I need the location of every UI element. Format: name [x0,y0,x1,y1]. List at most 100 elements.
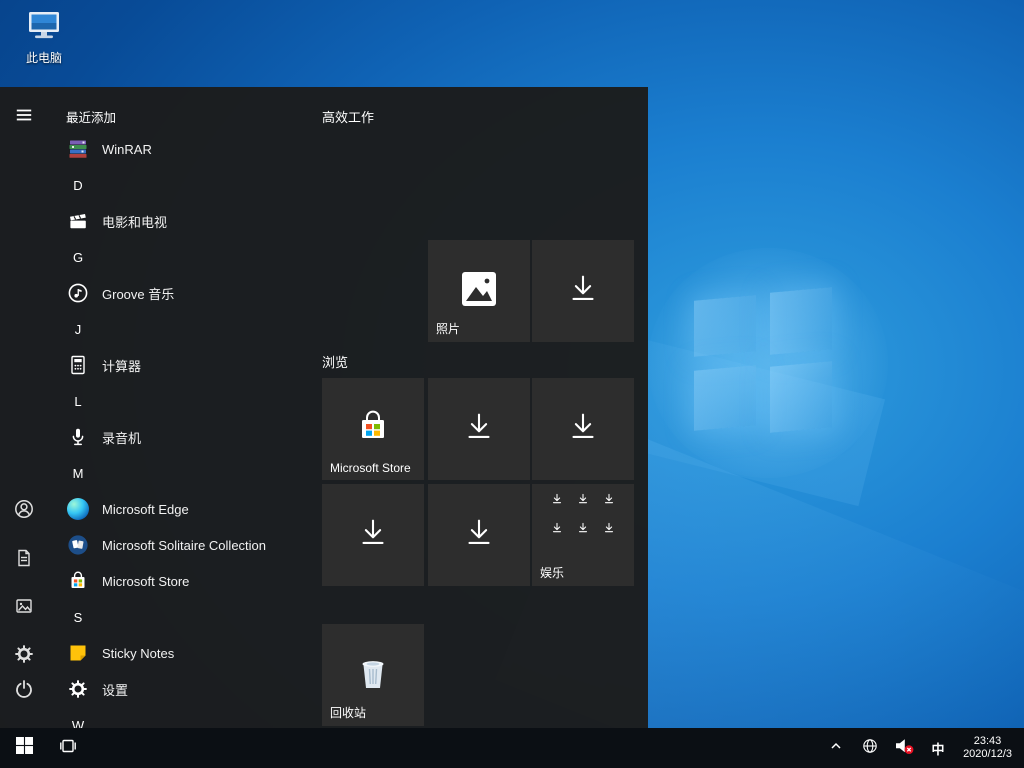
app-item-movies-tv[interactable]: 电影和电视 [48,203,322,239]
document-icon [14,548,34,573]
ime-indicator[interactable]: 中 [923,728,953,768]
tile-pending-download[interactable] [428,484,530,586]
section-letter-label: L [66,394,90,409]
task-view-button[interactable] [48,728,88,768]
tile-label: 照片 [436,320,460,337]
app-section-letter[interactable]: G [48,239,322,275]
ime-label: 中 [932,739,945,758]
tile-group-title: 浏览 [322,352,348,371]
app-section-letter[interactable]: L [48,383,322,419]
clock-time: 23:43 [963,735,1012,748]
start-app-list: 最近添加 WinRAR D [48,87,322,728]
section-letter-label: G [66,250,90,265]
recycle-bin-icon [351,651,395,700]
app-item-microsoft-store[interactable]: Microsoft Store [48,563,322,599]
windows-logo-pane [694,295,756,356]
power-button[interactable] [0,669,48,713]
pictures-icon [14,596,34,621]
start-menu: 最近添加 WinRAR D [0,87,648,728]
app-item-settings[interactable]: 设置 [48,671,322,707]
app-item-groove-music[interactable]: Groove 音乐 [48,275,322,311]
windows-logo-pane [770,287,832,354]
start-menu-rail [0,87,48,728]
tile-pending-download[interactable] [428,378,530,480]
download-icon [602,521,616,540]
folder-tile-preview [544,492,622,540]
app-item-voice-recorder[interactable]: 录音机 [48,419,322,455]
app-item-calculator[interactable]: 计算器 [48,347,322,383]
clock[interactable]: 23:43 2020/12/3 [957,735,1018,761]
gear-icon [14,644,34,669]
app-section-letter[interactable]: W [48,707,322,728]
download-icon [354,514,392,557]
photos-icon [458,268,500,315]
tile-pending-download[interactable] [532,378,634,480]
desktop-icon-label: 此电脑 [12,49,76,66]
solitaire-icon [66,533,90,557]
app-item-label: Groove 音乐 [102,284,174,303]
app-section-letter[interactable]: J [48,311,322,347]
app-item-sticky-notes[interactable]: Sticky Notes [48,635,322,671]
pictures-button[interactable] [0,586,48,630]
logo-glow [648,248,888,478]
calculator-icon [66,353,90,377]
app-item-label: 录音机 [102,428,141,447]
tile-label: 娱乐 [540,564,564,581]
computer-icon [26,29,62,46]
download-icon [602,492,616,511]
download-icon [576,521,590,540]
app-section-letter[interactable]: M [48,455,322,491]
chevron-up-icon [829,739,843,758]
start-button[interactable] [0,728,48,768]
sticky-notes-icon [66,641,90,665]
download-icon [550,492,564,511]
movies-tv-icon [66,209,90,233]
volume-button[interactable] [889,728,919,768]
tile-photos[interactable]: 照片 [428,240,530,342]
tile-pending-download[interactable] [532,240,634,342]
app-item-label: Microsoft Edge [102,502,189,517]
recently-added-header: 最近添加 [66,107,116,126]
microphone-icon [66,425,90,449]
app-item-label: 计算器 [102,356,141,375]
documents-button[interactable] [0,538,48,582]
app-item-microsoft-edge[interactable]: Microsoft Edge [48,491,322,527]
tile-folder-entertainment[interactable]: 娱乐 [532,484,634,586]
tile-label: Microsoft Store [330,461,411,475]
app-item-label: Microsoft Solitaire Collection [102,538,266,553]
download-icon [564,408,602,451]
store-icon [354,408,392,451]
app-item-label: Microsoft Store [102,574,189,589]
desktop-icon-this-pc[interactable]: 此电脑 [12,10,76,66]
tile-microsoft-store[interactable]: Microsoft Store [322,378,424,480]
power-icon [14,679,34,704]
app-item-label: 电影和电视 [102,212,167,231]
app-item-solitaire[interactable]: Microsoft Solitaire Collection [48,527,322,563]
app-section-letter[interactable]: D [48,167,322,203]
app-section-letter[interactable]: S [48,599,322,635]
tile-recycle-bin[interactable]: 回收站 [322,624,424,726]
expand-menu-button[interactable] [0,95,48,139]
windows-logo-pane [770,361,832,432]
globe-network-icon [862,738,878,759]
gear-icon [66,677,90,701]
edge-icon [66,497,90,521]
tile-pending-download[interactable] [322,484,424,586]
user-account-button[interactable] [0,489,48,533]
winrar-icon [66,137,90,161]
section-letter-label: D [66,178,90,193]
windows-logo-icon [16,737,33,759]
download-icon [460,408,498,451]
groove-music-icon [66,281,90,305]
app-item-winrar[interactable]: WinRAR [48,131,322,167]
volume-muted-icon [894,737,914,760]
hamburger-icon [15,106,33,129]
download-icon [576,492,590,511]
taskbar: 中 23:43 2020/12/3 [0,728,1024,768]
tray-expand-button[interactable] [821,728,851,768]
app-item-label: WinRAR [102,142,152,157]
download-icon [564,270,602,313]
system-tray: 中 23:43 2020/12/3 [821,728,1018,768]
network-button[interactable] [855,728,885,768]
clock-date: 2020/12/3 [963,748,1012,761]
